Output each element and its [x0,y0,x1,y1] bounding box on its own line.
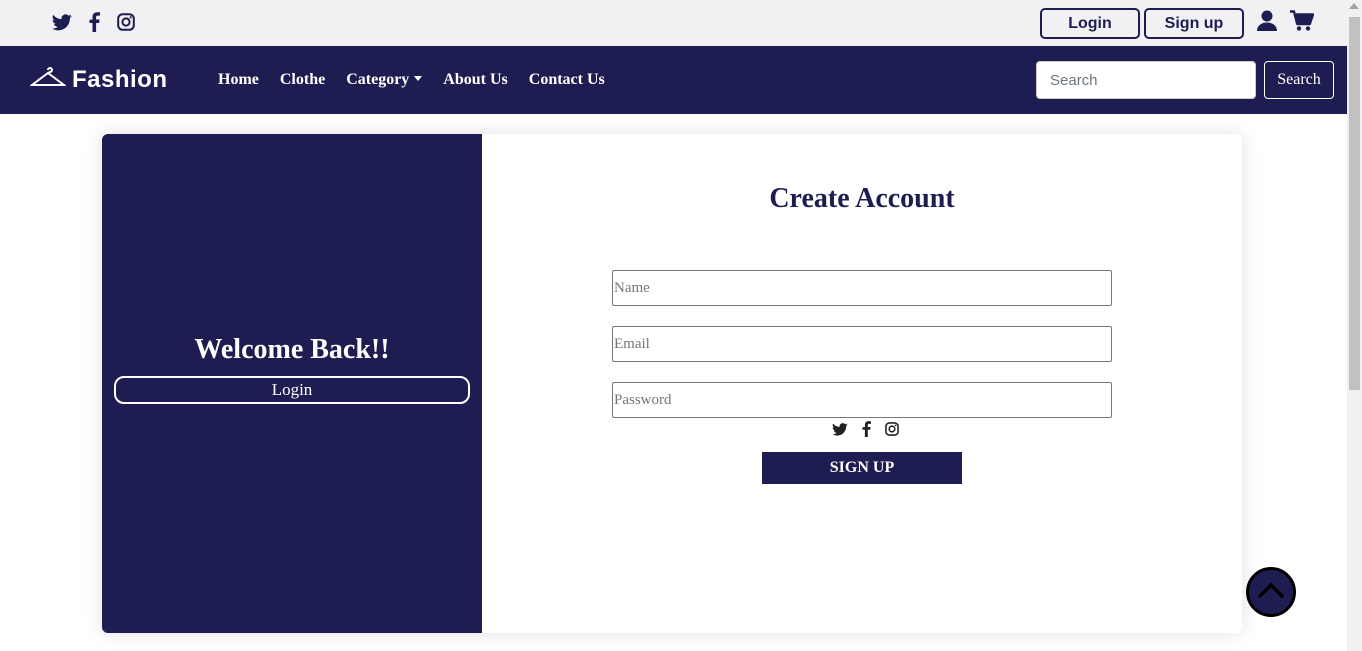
nav-clothe[interactable]: Clothe [280,71,325,89]
welcome-heading: Welcome Back!! [194,334,390,365]
scroll-up-arrow-icon[interactable] [1349,3,1359,9]
signup-submit-button[interactable]: SIGN UP [762,452,962,484]
nav-links: Home Clothe Category About Us Contact Us [218,71,605,89]
nav-category[interactable]: Category [346,71,423,89]
email-field[interactable] [612,326,1112,362]
twitter-icon[interactable] [832,420,848,438]
main-navbar: Fashion Home Clothe Category About Us Co… [0,46,1347,114]
hanger-icon [29,66,67,94]
nav-home[interactable]: Home [218,71,259,89]
brand-logo[interactable]: Fashion [29,66,168,94]
top-signup-button[interactable]: Sign up [1144,8,1244,39]
search-button[interactable]: Search [1264,61,1334,99]
twitter-icon[interactable] [52,11,72,33]
facebook-icon[interactable] [84,11,104,33]
scrollbar-thumb[interactable] [1349,17,1360,390]
user-icon[interactable] [1257,10,1277,32]
top-login-button[interactable]: Login [1040,8,1140,39]
instagram-icon[interactable] [884,420,900,438]
form-title: Create Account [769,183,955,214]
search-input[interactable] [1036,61,1256,99]
top-social-links [52,11,136,33]
facebook-icon[interactable] [858,420,874,438]
panel-login-button[interactable]: Login [114,376,470,404]
name-field[interactable] [612,270,1112,306]
instagram-icon[interactable] [116,11,136,33]
nav-category-label: Category [346,71,410,88]
chevron-up-icon [1258,582,1284,603]
nav-contact[interactable]: Contact Us [529,71,605,89]
caret-down-icon [414,76,423,81]
cart-icon[interactable] [1290,10,1314,32]
form-social-links [832,420,900,438]
back-to-top-button[interactable] [1246,567,1296,617]
welcome-panel: Welcome Back!! Login [102,134,482,633]
password-field[interactable] [612,382,1112,418]
brand-name: Fashion [72,66,168,93]
nav-about[interactable]: About Us [443,71,507,89]
